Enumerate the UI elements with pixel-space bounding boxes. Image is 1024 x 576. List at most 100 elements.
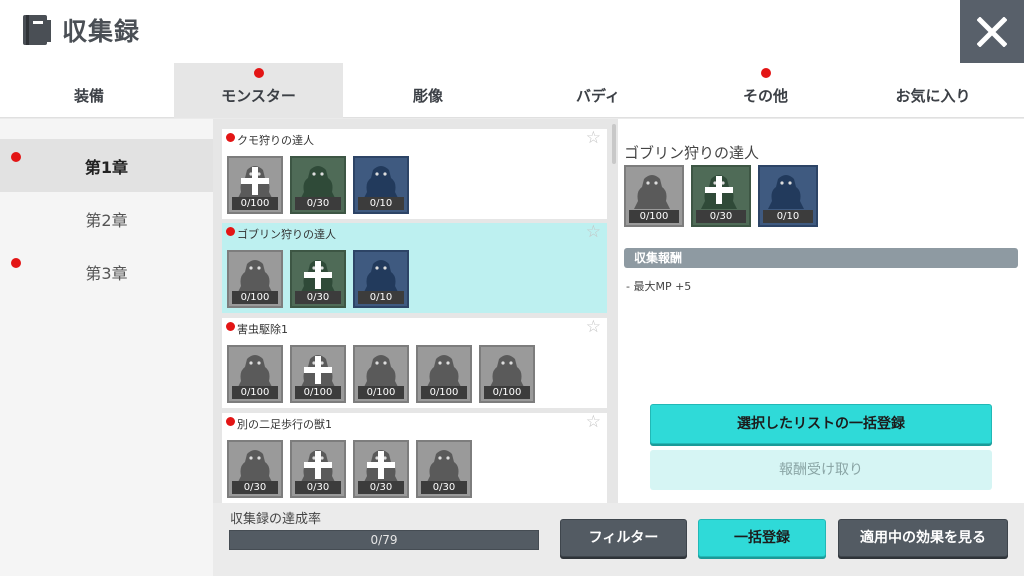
card-count: 0/10 [358,197,404,210]
tab-buddy[interactable]: バディ [513,63,683,118]
bulk-register-selected-button[interactable]: 選択したリストの一括登録 [650,404,992,444]
monster-card-thumb[interactable]: 0/30 [290,250,346,308]
monster-card-thumb[interactable]: 0/30 [691,165,751,227]
chapter-sidebar: 第1章 第2章 第3章 [0,119,213,576]
header-bar: 収集録 [0,0,1024,63]
monster-card-thumb[interactable]: 0/100 [227,250,283,308]
list-scrollbar[interactable] [612,124,616,164]
close-button[interactable] [960,0,1024,63]
monster-card-thumb[interactable]: 0/100 [416,345,472,403]
tab-monster[interactable]: モンスター [174,63,343,118]
notification-dot [253,68,264,78]
progress-text: 0/79 [370,533,398,547]
star-icon[interactable]: ☆ [586,414,601,431]
card-count: 0/100 [295,386,341,399]
card-count: 0/30 [358,481,404,494]
star-icon[interactable]: ☆ [586,130,601,147]
chapter-2[interactable]: 第2章 [0,192,213,245]
plus-icon [304,356,332,384]
chapter-label: 第3章 [85,263,128,283]
rewards-header: 収集報酬 [624,248,1018,268]
collection-card-pest[interactable]: 害虫駆除1 ☆ 0/100 0/100 0/100 0/100 0/100 [222,318,607,408]
monster-card-thumb[interactable]: 0/100 [624,165,684,227]
notification-dot [11,258,21,268]
page-title: 収集録 [62,17,141,46]
plus-icon [367,451,395,479]
collection-name: ゴブリン狩りの達人 [237,228,336,241]
card-count: 0/30 [295,197,341,210]
card-count: 0/100 [629,210,679,223]
notification-dot [226,133,235,142]
monster-card-thumb[interactable]: 0/100 [227,345,283,403]
tab-label: 装備 [73,87,104,105]
collection-card-goblin[interactable]: ゴブリン狩りの達人 ☆ 0/100 0/30 0/10 [222,223,607,313]
chapter-label: 第1章 [84,157,129,177]
card-count: 0/10 [763,210,813,223]
monster-card-thumb[interactable]: 0/30 [416,440,472,498]
tab-label: お気に入り [895,87,971,105]
plus-icon [304,451,332,479]
book-icon [23,15,51,45]
tab-label: その他 [742,87,788,105]
chapter-1[interactable]: 第1章 [0,139,213,192]
notification-dot [226,227,235,236]
tab-other[interactable]: その他 [683,63,848,118]
monster-card-thumb[interactable]: 0/10 [353,156,409,214]
card-count: 0/100 [232,291,278,304]
notification-dot [226,322,235,331]
chapter-3[interactable]: 第3章 [0,245,213,298]
monster-card-thumb[interactable]: 0/30 [290,440,346,498]
star-icon[interactable]: ☆ [586,224,601,241]
notification-dot [11,152,21,162]
collection-card-spider[interactable]: クモ狩りの達人 ☆ 0/100 0/30 0/10 [222,129,607,219]
collection-name: 別の二足歩行の獣1 [237,418,332,431]
card-count: 0/30 [421,481,467,494]
monster-card-thumb[interactable]: 0/100 [290,345,346,403]
filter-button[interactable]: フィルター [560,519,687,557]
star-icon[interactable]: ☆ [586,319,601,336]
completion-progress-bar: 0/79 [229,530,539,550]
monster-card-thumb[interactable]: 0/30 [227,440,283,498]
plus-icon [241,167,269,195]
monster-card-thumb[interactable]: 0/100 [353,345,409,403]
tab-label: バディ [576,87,620,105]
receive-reward-button[interactable]: 報酬受け取り [650,450,992,490]
card-count: 0/30 [696,210,746,223]
card-count: 0/100 [484,386,530,399]
monster-card-thumb[interactable]: 0/100 [227,156,283,214]
card-count: 0/10 [358,291,404,304]
tab-statue[interactable]: 彫像 [343,63,513,118]
tab-favorites[interactable]: お気に入り [848,63,1018,118]
detail-panel: ゴブリン狩りの達人 0/100 0/30 0/10 収集報酬 - 最大MP +5 選… [618,119,1024,503]
reward-text: - 最大MP +5 [626,280,692,293]
card-count: 0/30 [295,291,341,304]
card-count: 0/100 [358,386,404,399]
monster-card-thumb[interactable]: 0/10 [353,250,409,308]
close-icon [977,16,1007,47]
tab-label: 彫像 [412,87,443,105]
card-count: 0/30 [295,481,341,494]
card-count: 0/100 [232,386,278,399]
card-count: 0/100 [421,386,467,399]
monster-card-thumb[interactable]: 0/10 [758,165,818,227]
monster-card-thumb[interactable]: 0/30 [290,156,346,214]
plus-icon [705,176,733,204]
tab-label: モンスター [221,87,296,105]
collection-card-beast[interactable]: 別の二足歩行の獣1 ☆ 0/30 0/30 0/30 0/30 [222,413,607,503]
notification-dot [226,417,235,426]
view-active-effects-button[interactable]: 適用中の効果を見る [838,519,1008,557]
card-count: 0/30 [232,481,278,494]
chapter-label: 第2章 [85,210,128,230]
monster-card-thumb[interactable]: 0/30 [353,440,409,498]
notification-dot [760,68,771,78]
detail-title: ゴブリン狩りの達人 [624,144,760,162]
collection-name: 害虫駆除1 [237,323,288,336]
monster-card-thumb[interactable]: 0/100 [479,345,535,403]
card-count: 0/100 [232,197,278,210]
bulk-register-button[interactable]: 一括登録 [698,519,826,557]
tab-equipment[interactable]: 装備 [4,63,174,118]
plus-icon [304,261,332,289]
collection-name: クモ狩りの達人 [237,134,314,147]
category-tabs: 装備 モンスター 彫像 バディ その他 お気に入り [0,63,1024,118]
completion-rate-label: 収集録の達成率 [230,512,322,527]
